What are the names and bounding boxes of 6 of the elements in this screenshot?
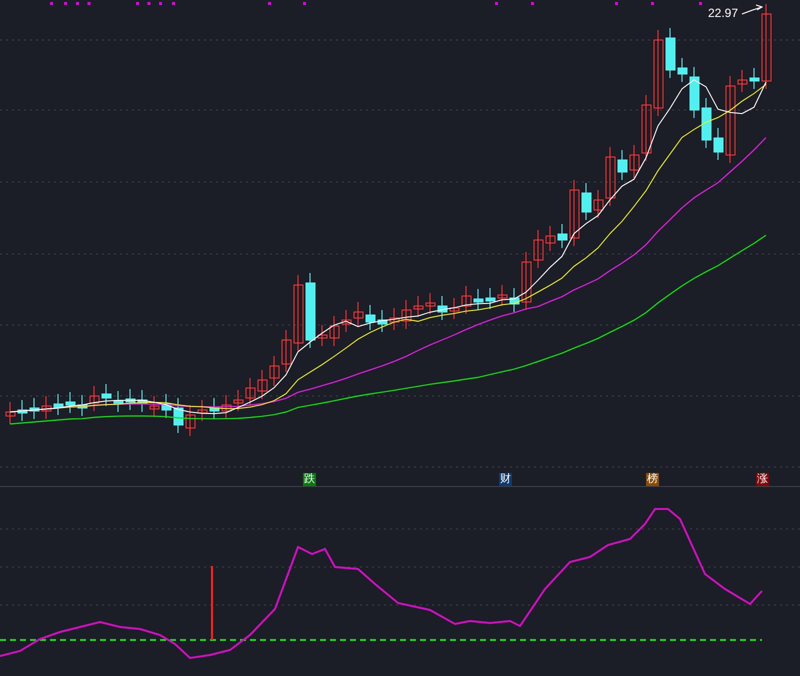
signal-marker: 榜 — [646, 473, 659, 486]
signal-marker: 财 — [499, 473, 512, 486]
high-price-label: 22.97 — [708, 5, 738, 22]
signal-marker: 涨 — [756, 473, 769, 486]
arrow-icon — [742, 4, 762, 14]
signal-marker: 跌 — [303, 473, 316, 486]
